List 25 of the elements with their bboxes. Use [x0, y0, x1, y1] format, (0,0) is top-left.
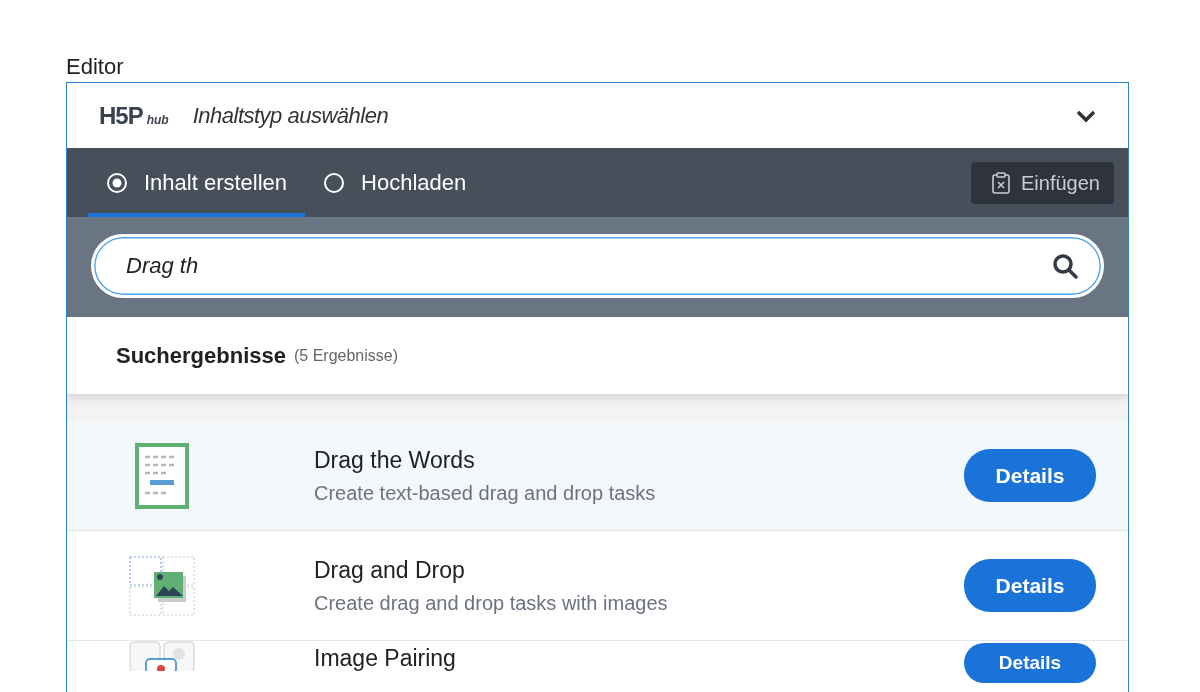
image-pair-icon	[129, 641, 195, 671]
details-button[interactable]: Details	[964, 559, 1096, 612]
radio-icon	[323, 171, 346, 194]
paste-button[interactable]: Einfügen	[971, 161, 1114, 204]
item-title: Image Pairing	[314, 644, 457, 673]
radio-icon	[106, 171, 128, 194]
document-icon	[135, 442, 189, 509]
logo-suffix: hub	[146, 111, 169, 129]
item-title: Drag and Drop	[314, 556, 466, 586]
list-item[interactable]: Drag the Words Create text-based drag and drop tasks Details	[67, 421, 1128, 531]
field-label: Editor	[66, 53, 125, 81]
results-heading: Suchergebnisse	[116, 342, 286, 370]
dialog-title: Inhaltstyp auswählen	[192, 102, 389, 130]
logo: H5P	[99, 100, 143, 131]
search-field[interactable]: Drag th	[91, 234, 1104, 298]
chevron-icon[interactable]	[1076, 108, 1096, 123]
details-button[interactable]: Details	[964, 449, 1096, 502]
search-icon[interactable]	[1052, 253, 1078, 279]
image-drag-icon	[129, 555, 195, 616]
results-count: (5 Ergebnisse)	[293, 345, 398, 366]
item-title: Drag the Words	[314, 446, 476, 476]
item-description: Create text-based drag and drop tasks	[314, 480, 657, 506]
details-button[interactable]: Details	[964, 643, 1096, 683]
tab[interactable]: Hochladen	[305, 148, 485, 217]
item-description: Create drag and drop tasks with images	[314, 590, 669, 616]
